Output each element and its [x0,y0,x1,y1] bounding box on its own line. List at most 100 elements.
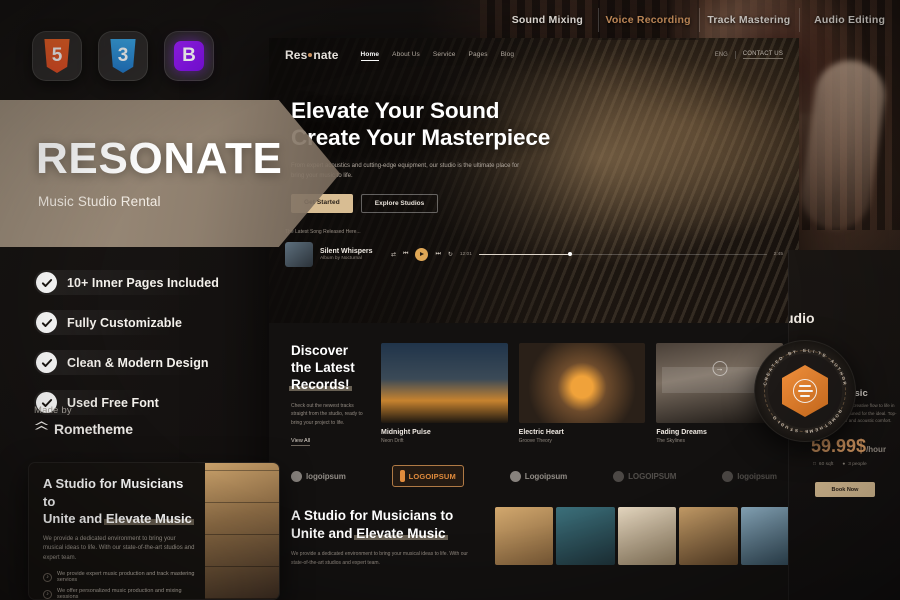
arrow-right-icon[interactable]: → [712,361,728,376]
shuffle-icon[interactable]: ⇄ [391,251,396,258]
record-cover-image [381,343,508,423]
language-selector[interactable]: ENG [715,52,728,58]
repeat-icon[interactable]: ↻ [448,251,453,258]
records-view-all-link[interactable]: View All [291,438,311,447]
band-image [679,507,738,566]
feature-label: 10+ Inner Pages Included [67,275,219,290]
record-card[interactable]: Electric Heart Groove Theory [518,343,646,447]
service-tab-label: Audio Editing [814,14,886,26]
records-heading-pre: Discover the Latest [291,343,355,375]
partner-logo-text: logoipsum [306,471,346,481]
player-duration-time: 2:45 [773,251,783,257]
feature-label: Clean & Modern Design [67,355,209,370]
band-image-strip [495,507,799,566]
promo-title-plate: RESONATE Music Studio Rental [0,100,340,247]
player-track-title: Silent Whispers [320,247,373,255]
nav-item-pages[interactable]: Pages [469,51,488,58]
partner-logo-text: LOGOIPSUM [628,471,677,481]
elite-author-medallion: CREATED BY ELITE AUTHOR ROMETHEME STUDIO [754,340,856,442]
feature-item: 10+ Inner Pages Included [34,270,235,295]
service-tab-voice-recording[interactable]: Voice Recording [597,0,699,40]
about-card-bullets: ♪ We provide expert music production and… [43,571,195,599]
about-bullet-item: ♪ We provide expert music production and… [43,571,195,583]
logoipsum-mark-icon [613,470,625,482]
made-by-name: Rometheme [54,421,133,437]
logoipsum-mark-icon [291,470,302,482]
feature-item: Fully Customizable [34,310,199,335]
made-by-label: Made by [34,405,72,416]
pricing-specs: □ 60 sqft ● 3 people [813,462,867,467]
contact-us-link[interactable]: CONTACT US [742,51,783,59]
records-heading-em: Records! [291,376,350,392]
logoipsum-mark-icon [722,470,734,482]
screenshot-root: Sound Mixing Voice Recording Track Maste… [0,0,900,600]
people-icon: ● [842,462,846,467]
nav-divider [734,50,736,59]
player-elapsed-time: 12:01 [459,251,472,257]
next-track-icon[interactable]: ⏭ [435,251,440,258]
nav-item-about-us[interactable]: About Us [392,51,420,58]
service-tab-label: Sound Mixing [511,14,584,26]
band-heading-pre2: Unite and [291,525,357,541]
play-button[interactable] [415,247,429,261]
headphone-icon: ♪ [43,589,52,599]
logoipsum-mark-icon [399,470,405,483]
area-icon: □ [813,462,816,467]
html5-badge: 5 [32,31,82,81]
logo-dot-icon [308,52,313,57]
html5-icon: 5 [44,39,70,73]
spec-capacity: ● 3 people [842,462,866,467]
partner-logo-text: Logoipsum [524,471,568,481]
hero-heading-line1: Elevate Your Sound [291,98,500,123]
css3-glyph: 3 [117,45,129,66]
band-heading-em2: Elevate Music [356,525,446,541]
nav-item-home[interactable]: Home [360,51,380,61]
website-mockup: Res nate Home About Us Service Pages Blog… [269,38,799,600]
service-tab-label: Voice Recording [605,14,691,26]
previous-track-icon[interactable]: ⏮ [403,251,408,258]
pricing-per-unit: /hour [866,445,887,454]
hex-inner-mark [793,379,817,403]
made-by-block: Made by Rometheme [34,405,133,438]
band-heading-line1: A Studio for Musicians to [291,508,454,524]
bootstrap-glyph: B [182,45,196,66]
partner-logos: logoipsum LOGOIPSUM Logoipsum LOGOIPSUM … [269,447,799,488]
nav-item-service[interactable]: Service [433,51,456,58]
promo-brand-title: RESONATE [36,134,283,183]
band-heading: A Studio for Musicians to Unite and Elev… [291,507,481,542]
site-navbar: Res nate Home About Us Service Pages Blog… [269,38,799,71]
feature-label: Fully Customizable [67,315,183,330]
logoipsum-mark-icon [509,470,521,482]
service-tab-audio-editing[interactable]: Audio Editing [799,0,900,40]
site-logo[interactable]: Res nate [285,48,339,62]
about-heading-em2: Elevate Music [105,511,192,527]
about-card-heading: A Studio for Musicians to Unite and Elev… [43,475,195,528]
partner-logo-highlighted: LOGOIPSUM [391,465,464,488]
bootstrap-icon: B [174,41,204,71]
nav-item-blog[interactable]: Blog [501,51,515,58]
explore-studios-button[interactable]: Explore Studios [360,194,439,214]
about-heading-line1: A Studio for Musicians to [43,476,184,509]
site-nav-links: Home About Us Service Pages Blog [360,51,515,61]
partner-logo: logoipsum [291,470,346,482]
hero-content: Elevate Your Sound Create Your Masterpie… [269,71,799,214]
hero-heading: Elevate Your Sound Create Your Masterpie… [291,97,799,152]
record-title: Midnight Pulse [381,429,431,436]
about-bullet-item: ♪ We offer personalized music production… [43,588,195,599]
about-studio-card: A Studio for Musicians to Unite and Elev… [28,462,280,600]
service-tab-sound-mixing[interactable]: Sound Mixing [497,0,598,40]
partner-logo-text: logoipsum [737,471,777,481]
about-bullet-label: We provide expert music production and t… [57,571,195,584]
player-album-thumb [285,241,313,267]
player-progress-bar[interactable] [478,251,767,256]
spec-label: 3 people [848,462,867,467]
rometheme-logo-icon [34,420,49,438]
hero-heading-line2: Create Your Masterpiece [291,125,551,151]
record-cover-image [518,343,646,423]
css3-badge: 3 [98,31,148,81]
service-tab-track-mastering[interactable]: Track Mastering [698,0,800,40]
book-now-button[interactable]: Book Now [815,482,875,497]
player-note: The Latest Song Released Here... [285,229,361,236]
band-image [495,507,554,566]
record-card[interactable]: Midnight Pulse Neon Drift [381,343,508,447]
